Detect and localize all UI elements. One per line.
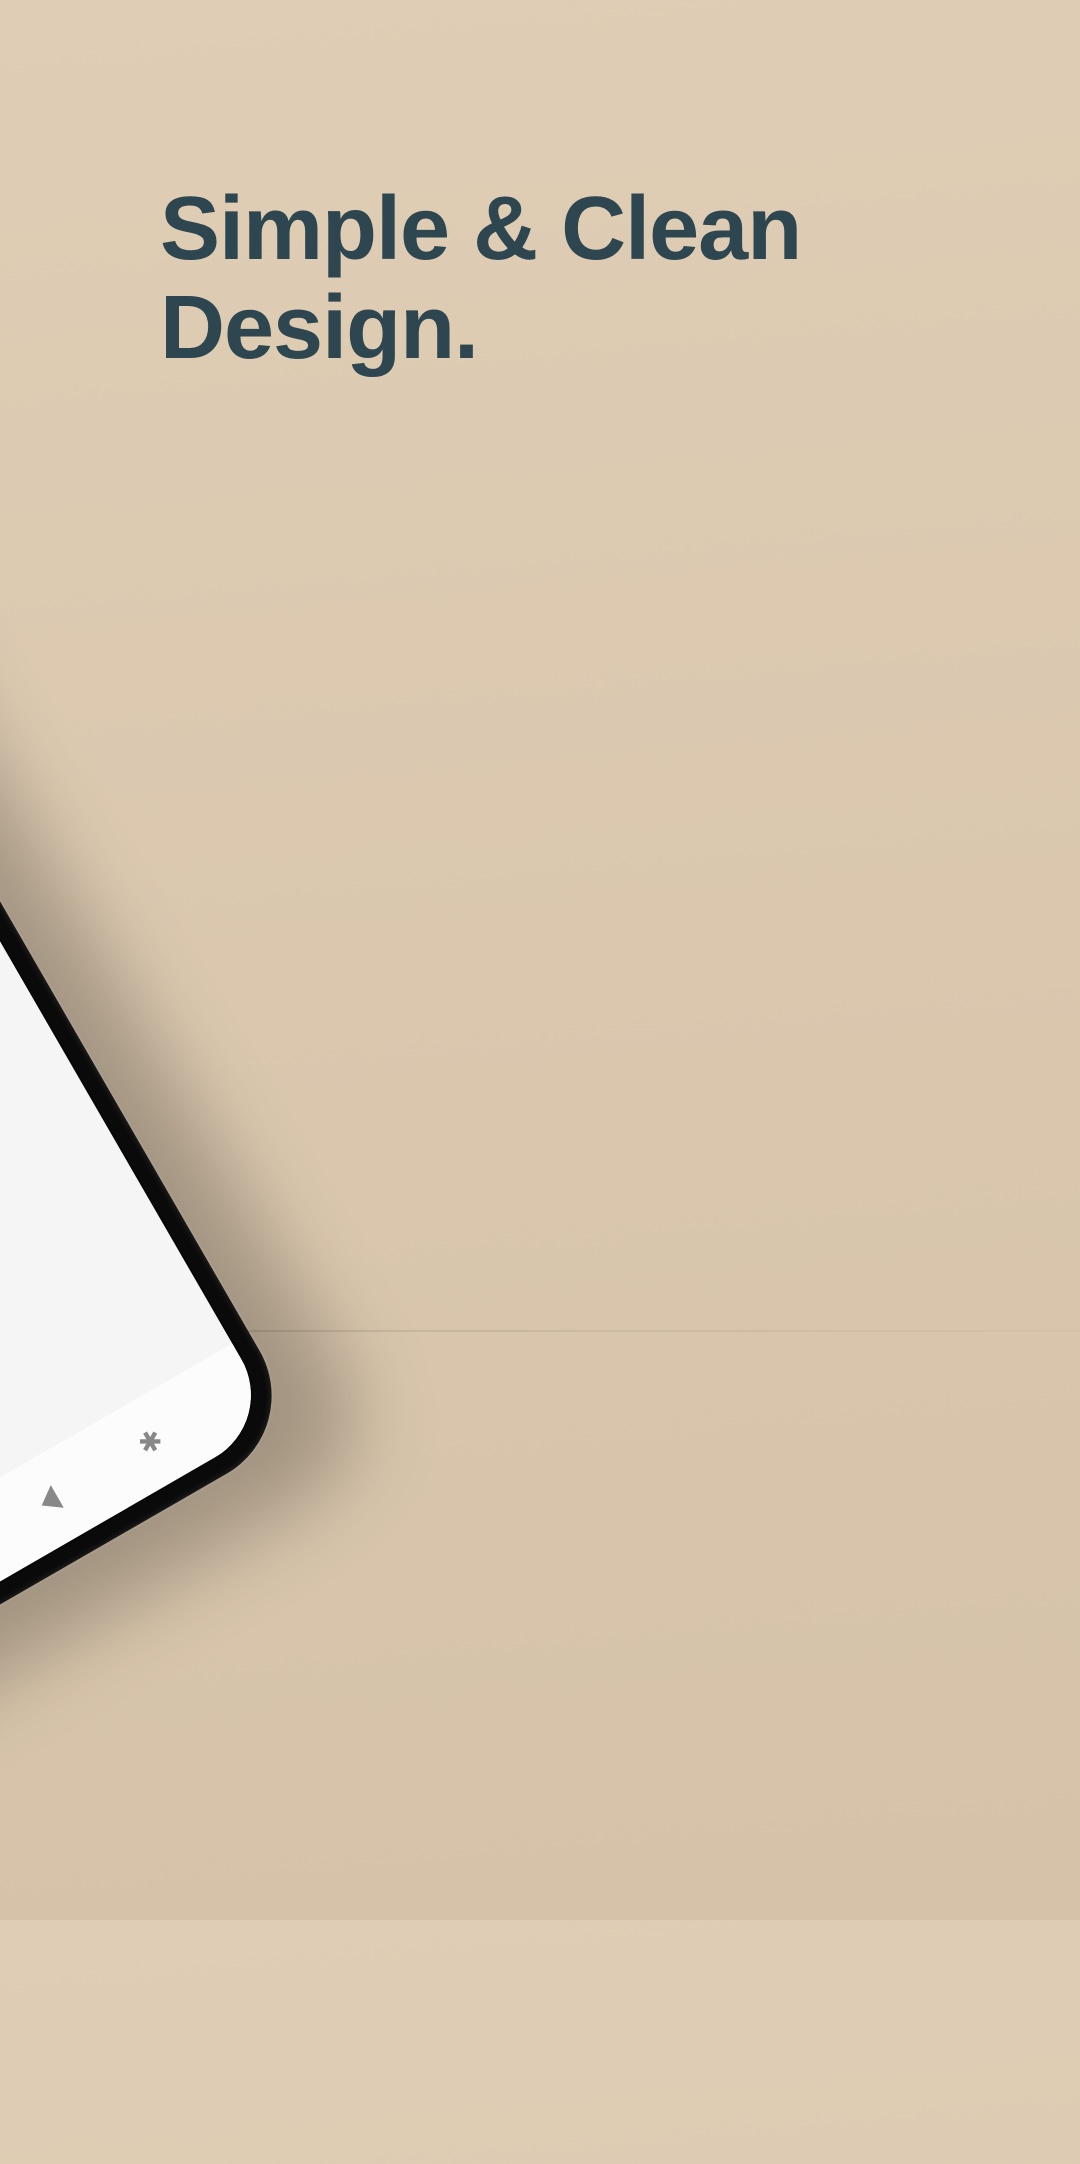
marketing-headline: Simple & Clean Design. bbox=[160, 180, 1000, 378]
phone-mockup: SET ✱ bbox=[0, 156, 770, 2164]
headline-line-1: Simple & Clean bbox=[160, 179, 801, 279]
accessibility-icon[interactable]: ✱ bbox=[134, 1424, 168, 1460]
headline-line-2: Design. bbox=[160, 278, 478, 378]
back-icon[interactable] bbox=[35, 1485, 64, 1517]
